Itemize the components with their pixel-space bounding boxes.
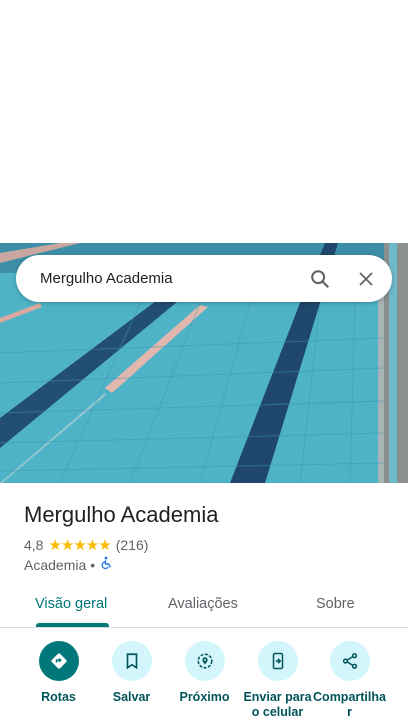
search-icon[interactable] (300, 259, 340, 299)
rating-value: 4,8 (24, 537, 44, 553)
send-to-phone-icon (257, 641, 298, 681)
share-label: Compartilhar (313, 690, 386, 719)
wheelchair-accessible-icon (99, 556, 112, 573)
nearby-label: Próximo (179, 690, 230, 704)
reviews-count: (216) (115, 537, 149, 553)
separator: • (90, 556, 96, 573)
save-label: Salvar (112, 690, 151, 704)
directions-icon (38, 641, 79, 681)
search-input[interactable]: Mergulho Academia (40, 270, 300, 287)
share-icon (329, 641, 370, 681)
directions-label: Rotas (41, 690, 76, 704)
send-to-phone-label: Enviar para o celular (243, 690, 312, 719)
send-to-phone-button[interactable]: Enviar para o celular (241, 641, 314, 720)
place-title: Mergulho Academia (24, 502, 219, 527)
nearby-icon (184, 641, 225, 681)
close-icon[interactable] (346, 259, 386, 299)
nearby-button[interactable]: Próximo (168, 641, 241, 705)
tab-reviews[interactable]: Avaliações (168, 596, 238, 612)
star-rating-icon: ★★★★★ (48, 537, 111, 554)
save-button[interactable]: Salvar (95, 641, 168, 705)
rating-row[interactable]: 4,8 ★★★★★ (216) (24, 536, 148, 554)
directions-button[interactable]: Rotas (22, 641, 95, 705)
search-bar[interactable]: Mergulho Academia (16, 255, 392, 302)
bookmark-icon (111, 641, 152, 681)
tab-overview[interactable]: Visão geral (35, 596, 107, 612)
active-tab-indicator (36, 623, 109, 627)
category-row: Academia • (24, 556, 112, 573)
place-category: Academia (24, 556, 87, 573)
share-button[interactable]: Compartilhar (313, 641, 386, 720)
tab-bar: Visão geral Avaliações Sobre (0, 586, 408, 628)
tab-about[interactable]: Sobre (316, 596, 355, 612)
